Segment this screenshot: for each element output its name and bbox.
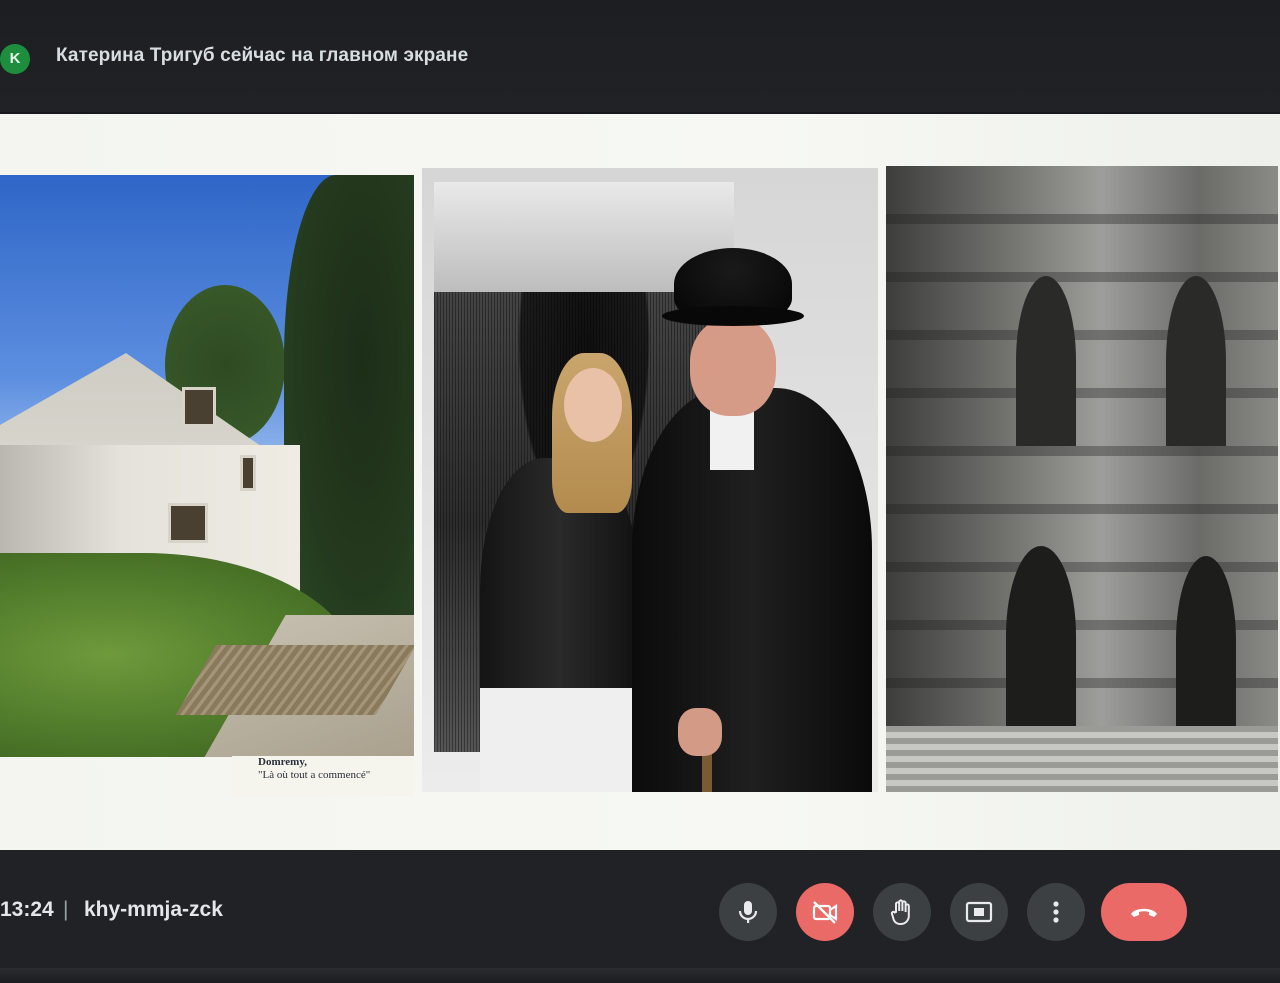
top-banner: K Катерина Тригуб сейчас на главном экра… — [0, 0, 1280, 112]
present-screen-icon — [965, 901, 993, 923]
os-taskbar — [0, 968, 1280, 983]
more-options-button[interactable] — [1027, 883, 1085, 941]
microphone-button[interactable] — [719, 883, 777, 941]
toolbar-separator: | — [63, 898, 69, 921]
presenter-avatar: K — [0, 44, 30, 74]
caption-quote: "Là où tout a commencé" — [258, 769, 371, 781]
meeting-time: 13:24 — [0, 898, 54, 921]
camera-button[interactable] — [796, 883, 854, 941]
hand-icon — [890, 899, 910, 925]
camera-off-icon — [812, 901, 838, 924]
present-button[interactable] — [950, 883, 1008, 941]
photo-caption: Domremy, "Là où tout a commencé" — [232, 756, 414, 796]
more-vert-icon — [1053, 901, 1059, 923]
presenting-banner-text: Катерина Тригуб сейчас на главном экране — [56, 45, 469, 66]
raise-hand-button[interactable] — [873, 883, 931, 941]
mic-icon — [738, 901, 758, 923]
meeting-code: khy-mmja-zck — [84, 898, 223, 921]
call-end-icon — [1131, 908, 1157, 917]
photo-cathedral — [886, 166, 1278, 792]
caption-place: Domremy, — [258, 756, 307, 768]
leave-call-button[interactable] — [1101, 883, 1187, 941]
photo-house-domremy — [0, 175, 414, 757]
photo-people — [422, 168, 878, 792]
